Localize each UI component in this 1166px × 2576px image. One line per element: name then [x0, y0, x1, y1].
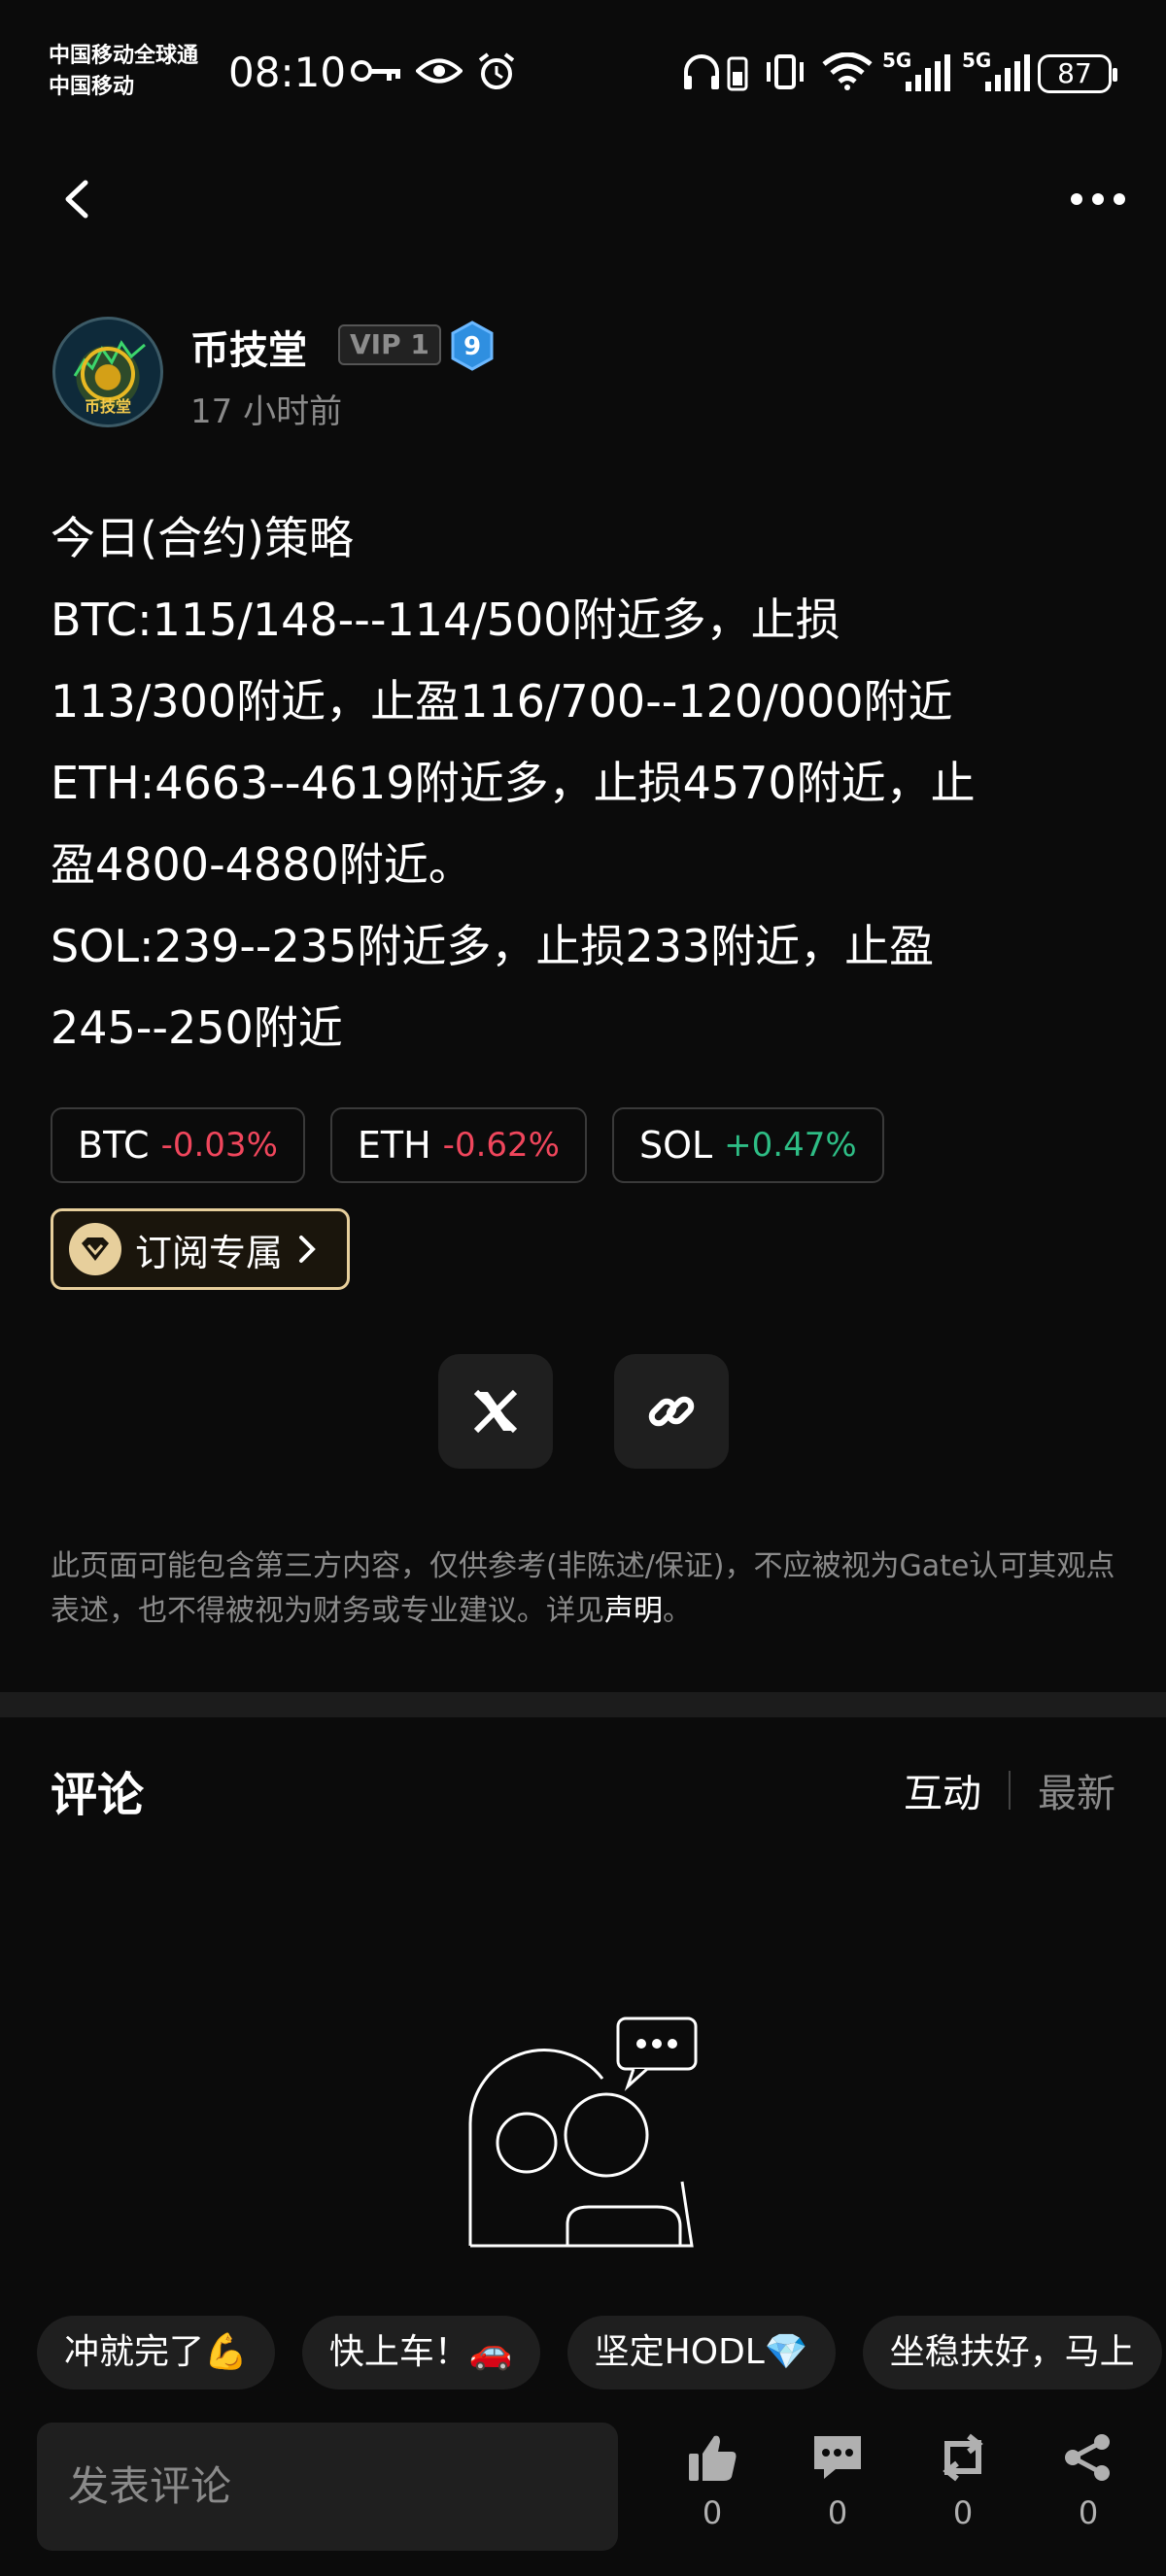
headphones-battery-icon	[684, 54, 748, 91]
disclaimer: 此页面可能包含第三方内容，仅供参考(非陈述/保证)，不应被视为Gate认可其观点…	[51, 1544, 1129, 1634]
clock: 08:10	[228, 49, 347, 96]
quick-reply-chip[interactable]: 坚定HODL💎	[566, 2316, 836, 2390]
back-icon[interactable]	[54, 175, 103, 223]
post-body: 今日(合约)策略 BTC:115/148---114/500附近多，止损 113…	[51, 497, 1129, 1068]
share-button[interactable]: 0	[1040, 2432, 1137, 2531]
avatar-text: 币技堂	[84, 397, 131, 416]
comment-input[interactable]: 发表评论	[37, 2423, 618, 2551]
tab-interactive[interactable]: 互动	[904, 1762, 981, 1818]
disclaimer-suffix: 。	[663, 1594, 692, 1628]
like-button[interactable]: 0	[664, 2432, 761, 2531]
post-line: BTC:115/148---114/500附近多，止损	[51, 593, 840, 646]
post-line: 113/300附近，止盈116/700--120/000附近	[51, 675, 953, 728]
ticker-btc[interactable]: BTC -0.03%	[51, 1107, 305, 1183]
share-x-button[interactable]	[438, 1354, 553, 1469]
thumbs-up-icon	[689, 2435, 737, 2481]
disclaimer-link[interactable]: 声明	[604, 1594, 663, 1628]
comment-count: 0	[827, 2494, 848, 2531]
subscribe-button[interactable]: 订阅专属	[51, 1208, 350, 1290]
subscribe-label: 订阅专属	[135, 1231, 284, 1274]
carrier-label: 中国移动全球通 中国移动	[49, 41, 198, 103]
carrier-line-1: 中国移动全球通	[49, 44, 199, 68]
post-line: 245--250附近	[51, 1001, 343, 1054]
post-line: 今日(合约)策略	[51, 512, 354, 564]
section-divider	[0, 1692, 1166, 1717]
chevron-right-icon	[299, 1236, 316, 1263]
like-count: 0	[702, 2494, 723, 2531]
alarm-icon	[478, 52, 515, 89]
ticker-symbol: SOL	[638, 1124, 713, 1167]
key-icon	[351, 60, 400, 82]
repost-icon	[943, 2433, 983, 2482]
ticker-eth[interactable]: ETH -0.62%	[329, 1107, 587, 1183]
ticker-symbol: BTC	[78, 1124, 150, 1167]
disclaimer-text: 此页面可能包含第三方内容，仅供参考(非陈述/保证)，不应被视为Gate认可其观点…	[51, 1549, 1115, 1628]
repost-button[interactable]: 0	[914, 2432, 1012, 2531]
comment-button[interactable]: 0	[789, 2432, 886, 2531]
diamond-icon	[69, 1223, 121, 1275]
avatar[interactable]: 币技堂	[52, 317, 163, 427]
tab-latest[interactable]: 最新	[1038, 1762, 1115, 1818]
x-logo-icon	[473, 1389, 518, 1434]
quick-reply-chip[interactable]: 坐稳扶好，马上	[862, 2316, 1162, 2390]
signal-bars-icon-2	[985, 54, 1030, 91]
repost-count: 0	[952, 2494, 974, 2531]
ticker-change: +0.47%	[724, 1126, 857, 1165]
post-line: 盈4800-4880附近。	[51, 838, 473, 891]
quick-reply-chip[interactable]: 冲就完了💪	[37, 2316, 275, 2390]
signal-5g-icon-2: 5G	[962, 49, 1030, 93]
quick-reply-list: 冲就完了💪 快上车！🚗 坚定HODL💎 坐稳扶好，马上	[37, 2316, 1162, 2390]
ticker-symbol: ETH	[357, 1124, 431, 1167]
post-line: ETH:4663--4619附近多，止损4570附近，止	[51, 757, 976, 809]
level-badge: 9	[451, 321, 494, 371]
signal-bars-icon-1	[906, 54, 950, 91]
empty-comments-illustration	[468, 2017, 698, 2248]
comment-bubble-icon	[814, 2436, 861, 2479]
copy-link-button[interactable]	[614, 1354, 729, 1469]
link-icon	[648, 1396, 695, 1427]
carrier-line-2: 中国移动	[49, 75, 135, 99]
signal-5g-icon-1: 5G	[882, 49, 950, 93]
eye-icon	[416, 58, 463, 84]
quick-reply-chip[interactable]: 快上车！🚗	[301, 2316, 540, 2390]
share-count: 0	[1078, 2494, 1099, 2531]
post-time: 17 小时前	[190, 392, 343, 431]
post-line: SOL:239--235附近多，止损233附近，止盈	[51, 920, 935, 972]
ticker-change: -0.62%	[442, 1126, 560, 1165]
comment-sort-tabs: 互动 最新	[904, 1762, 1115, 1818]
ticker-list: BTC -0.03% ETH -0.62% SOL +0.47%	[51, 1107, 884, 1183]
share-icon	[1065, 2434, 1110, 2481]
author-name[interactable]: 币技堂	[190, 319, 307, 375]
level-badge-number: 9	[463, 332, 481, 361]
battery-indicator: 87	[1038, 54, 1117, 93]
vibrate-icon	[767, 54, 804, 89]
ticker-change: -0.03%	[160, 1126, 278, 1165]
wifi-icon	[822, 52, 873, 90]
ticker-sol[interactable]: SOL +0.47%	[611, 1107, 884, 1183]
more-options-icon[interactable]	[1069, 185, 1127, 214]
vip-badge: VIP 1	[338, 324, 441, 365]
tab-separator	[1009, 1771, 1011, 1810]
comments-title: 评论	[51, 1768, 145, 1822]
status-bar: 中国移动全球通 中国移动 08:10 5G 5G 87	[0, 0, 1166, 146]
